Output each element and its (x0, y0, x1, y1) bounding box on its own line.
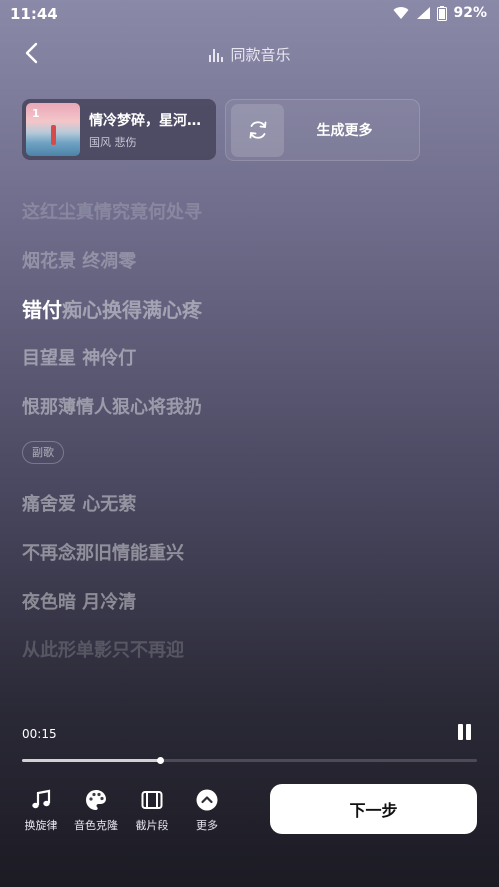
refresh-icon (249, 121, 266, 139)
chevron-up-circle-icon (196, 789, 218, 811)
music-note-icon (32, 789, 51, 809)
voice-clone-label: 音色克隆 (74, 819, 118, 832)
progress-fill (22, 759, 161, 762)
song-card[interactable]: 1 情冷梦碎，星河… 国风 悲伤 (22, 99, 216, 160)
lyric-line: 恨那薄情人狠心将我扔 (22, 397, 202, 418)
chorus-tag: 副歌 (22, 441, 64, 464)
clip-segment-label: 截片段 (135, 819, 169, 832)
change-melody-button[interactable]: 换旋律 (15, 788, 67, 833)
current-time: 00:15 (22, 727, 57, 741)
header-title: 同款音乐 (0, 44, 499, 65)
status-bar: 11:44 92% (0, 0, 499, 28)
refresh-icon-box (231, 103, 284, 157)
pause-icon[interactable] (457, 724, 473, 742)
generate-more-label: 生成更多 (316, 123, 373, 139)
lyric-line: 痛舍爱 心无萦 (22, 494, 137, 515)
battery-percent: 92% (453, 5, 487, 21)
generate-more-button[interactable]: 生成更多 (225, 99, 420, 161)
palette-icon (86, 790, 106, 810)
lyric-line: 不再念那旧情能重兴 (22, 543, 184, 564)
lyric-line: 烟花景 终凋零 (22, 251, 137, 272)
status-time: 11:44 (10, 5, 58, 23)
voice-clone-button[interactable]: 音色克隆 (70, 788, 122, 833)
song-title: 情冷梦碎，星河… (89, 112, 201, 129)
song-index: 1 (32, 107, 40, 120)
more-label: 更多 (196, 819, 218, 832)
equalizer-icon (209, 48, 224, 62)
lyric-line: 从此形单影只不再迎 (22, 640, 184, 661)
header-title-text: 同款音乐 (230, 46, 291, 64)
cellular-signal-icon (417, 7, 431, 19)
song-info: 情冷梦碎，星河… 国风 悲伤 (89, 110, 201, 150)
progress-slider[interactable] (22, 757, 477, 764)
lyric-active-sung: 错付 (22, 298, 62, 322)
progress-knob[interactable] (157, 757, 165, 764)
lyric-line: 这红尘真情究竟何处寻 (22, 202, 202, 223)
next-step-button[interactable]: 下一步 (270, 784, 477, 834)
change-melody-label: 换旋律 (24, 819, 58, 832)
clip-segment-button[interactable]: 截片段 (126, 788, 178, 833)
wifi-icon (393, 7, 409, 20)
lyric-line: 夜色暗 月冷清 (22, 592, 137, 613)
song-tags: 国风 悲伤 (89, 135, 137, 149)
film-clip-icon (141, 791, 163, 809)
cover-figure (51, 125, 56, 145)
more-button[interactable]: 更多 (181, 788, 233, 833)
lyric-line-active: 错付痴心换得满心疼 (22, 294, 202, 323)
lyric-line: 目望星 神伶仃 (22, 348, 137, 369)
lyric-active-unsung: 痴心换得满心疼 (62, 298, 202, 322)
battery-icon (437, 5, 448, 21)
song-cover-image: 1 (26, 103, 80, 156)
status-icons: 92% (393, 5, 487, 21)
